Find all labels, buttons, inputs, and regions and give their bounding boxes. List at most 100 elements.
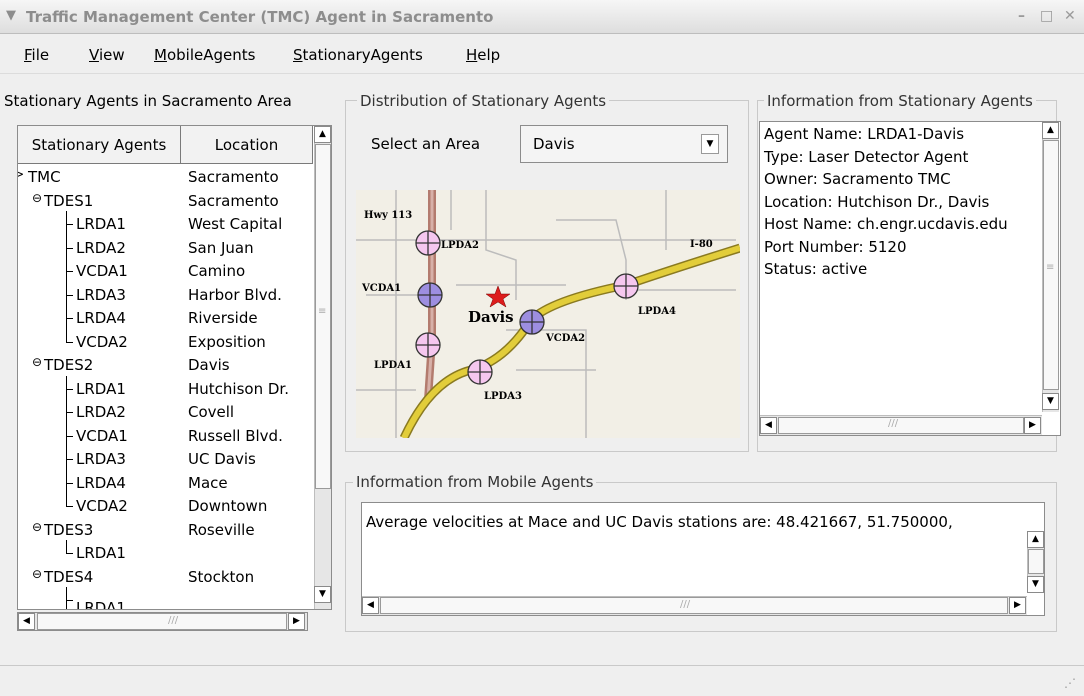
- info-scroll-right-button[interactable]: ▶: [1024, 417, 1041, 434]
- info-scroll-grip-icon: ≡: [1046, 262, 1055, 273]
- tree-row[interactable]: LRDA2 San Juan: [18, 234, 313, 260]
- tree-row[interactable]: LRDA1: [18, 587, 313, 609]
- tree-row[interactable]: ⊖ TDES2 Davis: [18, 354, 313, 378]
- mobile-horizontal-scrollbar[interactable]: ◀ /// ▶: [362, 596, 1027, 615]
- info-hscroll-thumb[interactable]: [778, 417, 1024, 434]
- agent-name: LRDA1: [76, 215, 126, 233]
- tree-row[interactable]: VCDA2 Exposition: [18, 328, 313, 355]
- info-horizontal-scrollbar[interactable]: ◀ /// ▶: [760, 415, 1042, 435]
- agent-location: UC Davis: [188, 450, 256, 468]
- agent-location: Sacramento: [188, 191, 279, 210]
- sensor-lpda1[interactable]: [415, 332, 441, 358]
- status-bar: [0, 665, 1084, 696]
- davis-map[interactable]: Hwy 113 I-80 LPDA2 VCDA1 Davis VCDA2 LPD…: [356, 190, 740, 438]
- window-title: Traffic Management Center (TMC) Agent in…: [26, 8, 494, 26]
- tree-row[interactable]: ⊖ TDES1 Sacramento: [18, 190, 313, 214]
- agent-name: LRDA2: [76, 238, 126, 257]
- expand-toggle-icon[interactable]: ⊳: [18, 167, 24, 181]
- scroll-right-button[interactable]: ▶: [288, 613, 305, 630]
- agent-location: Riverside: [188, 309, 258, 327]
- mobile-scroll-left-button[interactable]: ◀: [362, 597, 379, 614]
- menu-file[interactable]: File: [24, 46, 49, 64]
- agent-location: Harbor Blvd.: [188, 285, 282, 304]
- column-header-location[interactable]: Location: [181, 126, 313, 164]
- sensor-vcda1[interactable]: [417, 282, 443, 308]
- mobile-hscroll-thumb[interactable]: [380, 597, 1008, 614]
- tree-hscroll-thumb[interactable]: [37, 613, 287, 630]
- column-header-stationary-agents[interactable]: Stationary Agents: [18, 126, 181, 164]
- tree-horizontal-scrollbar[interactable]: ◀ /// ▶: [17, 612, 308, 631]
- tree-row[interactable]: LRDA2 Covell: [18, 399, 313, 425]
- vcda2-label: VCDA2: [546, 333, 586, 344]
- tree-vertical-scrollbar[interactable]: ▲ ≡ ▼: [314, 126, 331, 609]
- tree-row[interactable]: LRDA3 Harbor Blvd.: [18, 281, 313, 307]
- agent-name: TDES2: [44, 356, 94, 374]
- tree-row[interactable]: LRDA1 Hutchison Dr.: [18, 375, 313, 401]
- tree-row[interactable]: LRDA1: [18, 540, 313, 566]
- tree-connector: [66, 294, 73, 296]
- agent-location: Stockton: [188, 567, 255, 586]
- sensor-lpda3[interactable]: [467, 359, 493, 385]
- sensor-lpda4[interactable]: [613, 273, 639, 299]
- resize-grip-icon[interactable]: ⋰: [1064, 676, 1076, 690]
- info-scroll-left-button[interactable]: ◀: [760, 417, 777, 434]
- window-menu-icon[interactable]: ▼: [6, 8, 16, 23]
- davis-city-label: Davis: [468, 308, 514, 326]
- tmc-star-icon: [485, 285, 511, 308]
- tree-row[interactable]: LRDA1 West Capital: [18, 211, 313, 237]
- tree-row[interactable]: ⊖ TDES3 Roseville: [18, 519, 313, 543]
- menu-stationary-agents[interactable]: StationaryAgents: [293, 46, 423, 64]
- tree-connector: [66, 482, 73, 484]
- expand-toggle-icon[interactable]: ⊖: [32, 520, 42, 534]
- tree-row[interactable]: LRDA4 Mace: [18, 469, 313, 495]
- tree-row[interactable]: VCDA2 Downtown: [18, 493, 313, 519]
- agent-name: VCDA2: [76, 332, 128, 351]
- info-scroll-up-button[interactable]: ▲: [1042, 122, 1059, 139]
- stationary-info-text[interactable]: Agent Name: LRDA1-Davis Type: Laser Detec…: [759, 121, 1061, 436]
- tree-row[interactable]: VCDA1 Russell Blvd.: [18, 422, 313, 448]
- tree-row[interactable]: ⊳ TMC Sacramento: [18, 166, 313, 190]
- tree-connector: [66, 258, 67, 284]
- mobile-scroll-down-button[interactable]: ▼: [1027, 576, 1044, 593]
- menu-view[interactable]: View: [89, 46, 125, 64]
- menu-mobile-agents[interactable]: MobileAgents: [154, 46, 255, 64]
- tree-connector: [66, 412, 73, 413]
- sensor-lpda2[interactable]: [415, 230, 441, 256]
- tree-row[interactable]: LRDA4 Riverside: [18, 305, 313, 331]
- expand-toggle-icon[interactable]: ⊖: [32, 191, 42, 205]
- mobile-vertical-scrollbar[interactable]: ▲ ▼: [1027, 531, 1044, 593]
- tree-row[interactable]: VCDA1 Camino: [18, 258, 313, 284]
- tree-connector: [66, 388, 73, 390]
- maximize-icon[interactable]: □: [1040, 8, 1053, 24]
- agent-location: Downtown: [188, 497, 268, 515]
- close-icon[interactable]: ✕: [1064, 8, 1076, 24]
- menu-help[interactable]: Help: [466, 46, 500, 64]
- mobile-scroll-thumb[interactable]: [1028, 549, 1044, 574]
- agent-name: LRDA1: [76, 544, 126, 562]
- mobile-scroll-right-button[interactable]: ▶: [1009, 597, 1026, 614]
- area-select[interactable]: Davis ▼: [520, 125, 728, 163]
- agent-name: TDES3: [44, 520, 94, 539]
- info-vertical-scrollbar[interactable]: ▲ ≡ ▼: [1042, 122, 1059, 412]
- minimize-icon[interactable]: –: [1018, 8, 1025, 24]
- mobile-info-text[interactable]: Average velocities at Mace and UC Davis …: [361, 502, 1045, 616]
- stationary-info-line: Owner: Sacramento TMC: [764, 170, 951, 188]
- mobile-scroll-up-button[interactable]: ▲: [1027, 531, 1044, 548]
- agent-location: Hutchison Dr.: [188, 379, 289, 398]
- expand-toggle-icon[interactable]: ⊖: [32, 355, 42, 369]
- tree-row[interactable]: LRDA3 UC Davis: [18, 446, 313, 472]
- scroll-down-button[interactable]: ▼: [314, 586, 331, 603]
- tree-connector: [66, 506, 73, 507]
- agent-name: LRDA1: [76, 379, 126, 398]
- agents-tree-table[interactable]: Stationary Agents Location ⊳ TMC Sacrament…: [17, 125, 332, 610]
- sensor-vcda2[interactable]: [519, 309, 545, 335]
- tree-connector: [66, 375, 67, 401]
- stationary-info-title: Information from Stationary Agents: [764, 92, 1036, 110]
- expand-toggle-icon[interactable]: ⊖: [32, 567, 42, 581]
- vcda1-label: VCDA1: [362, 283, 402, 294]
- info-scroll-down-button[interactable]: ▼: [1042, 393, 1059, 410]
- scroll-left-button[interactable]: ◀: [18, 613, 35, 630]
- tree-row[interactable]: ⊖ TDES4 Stockton: [18, 566, 313, 590]
- scroll-up-button[interactable]: ▲: [314, 126, 331, 143]
- dropdown-arrow-icon[interactable]: ▼: [701, 134, 719, 154]
